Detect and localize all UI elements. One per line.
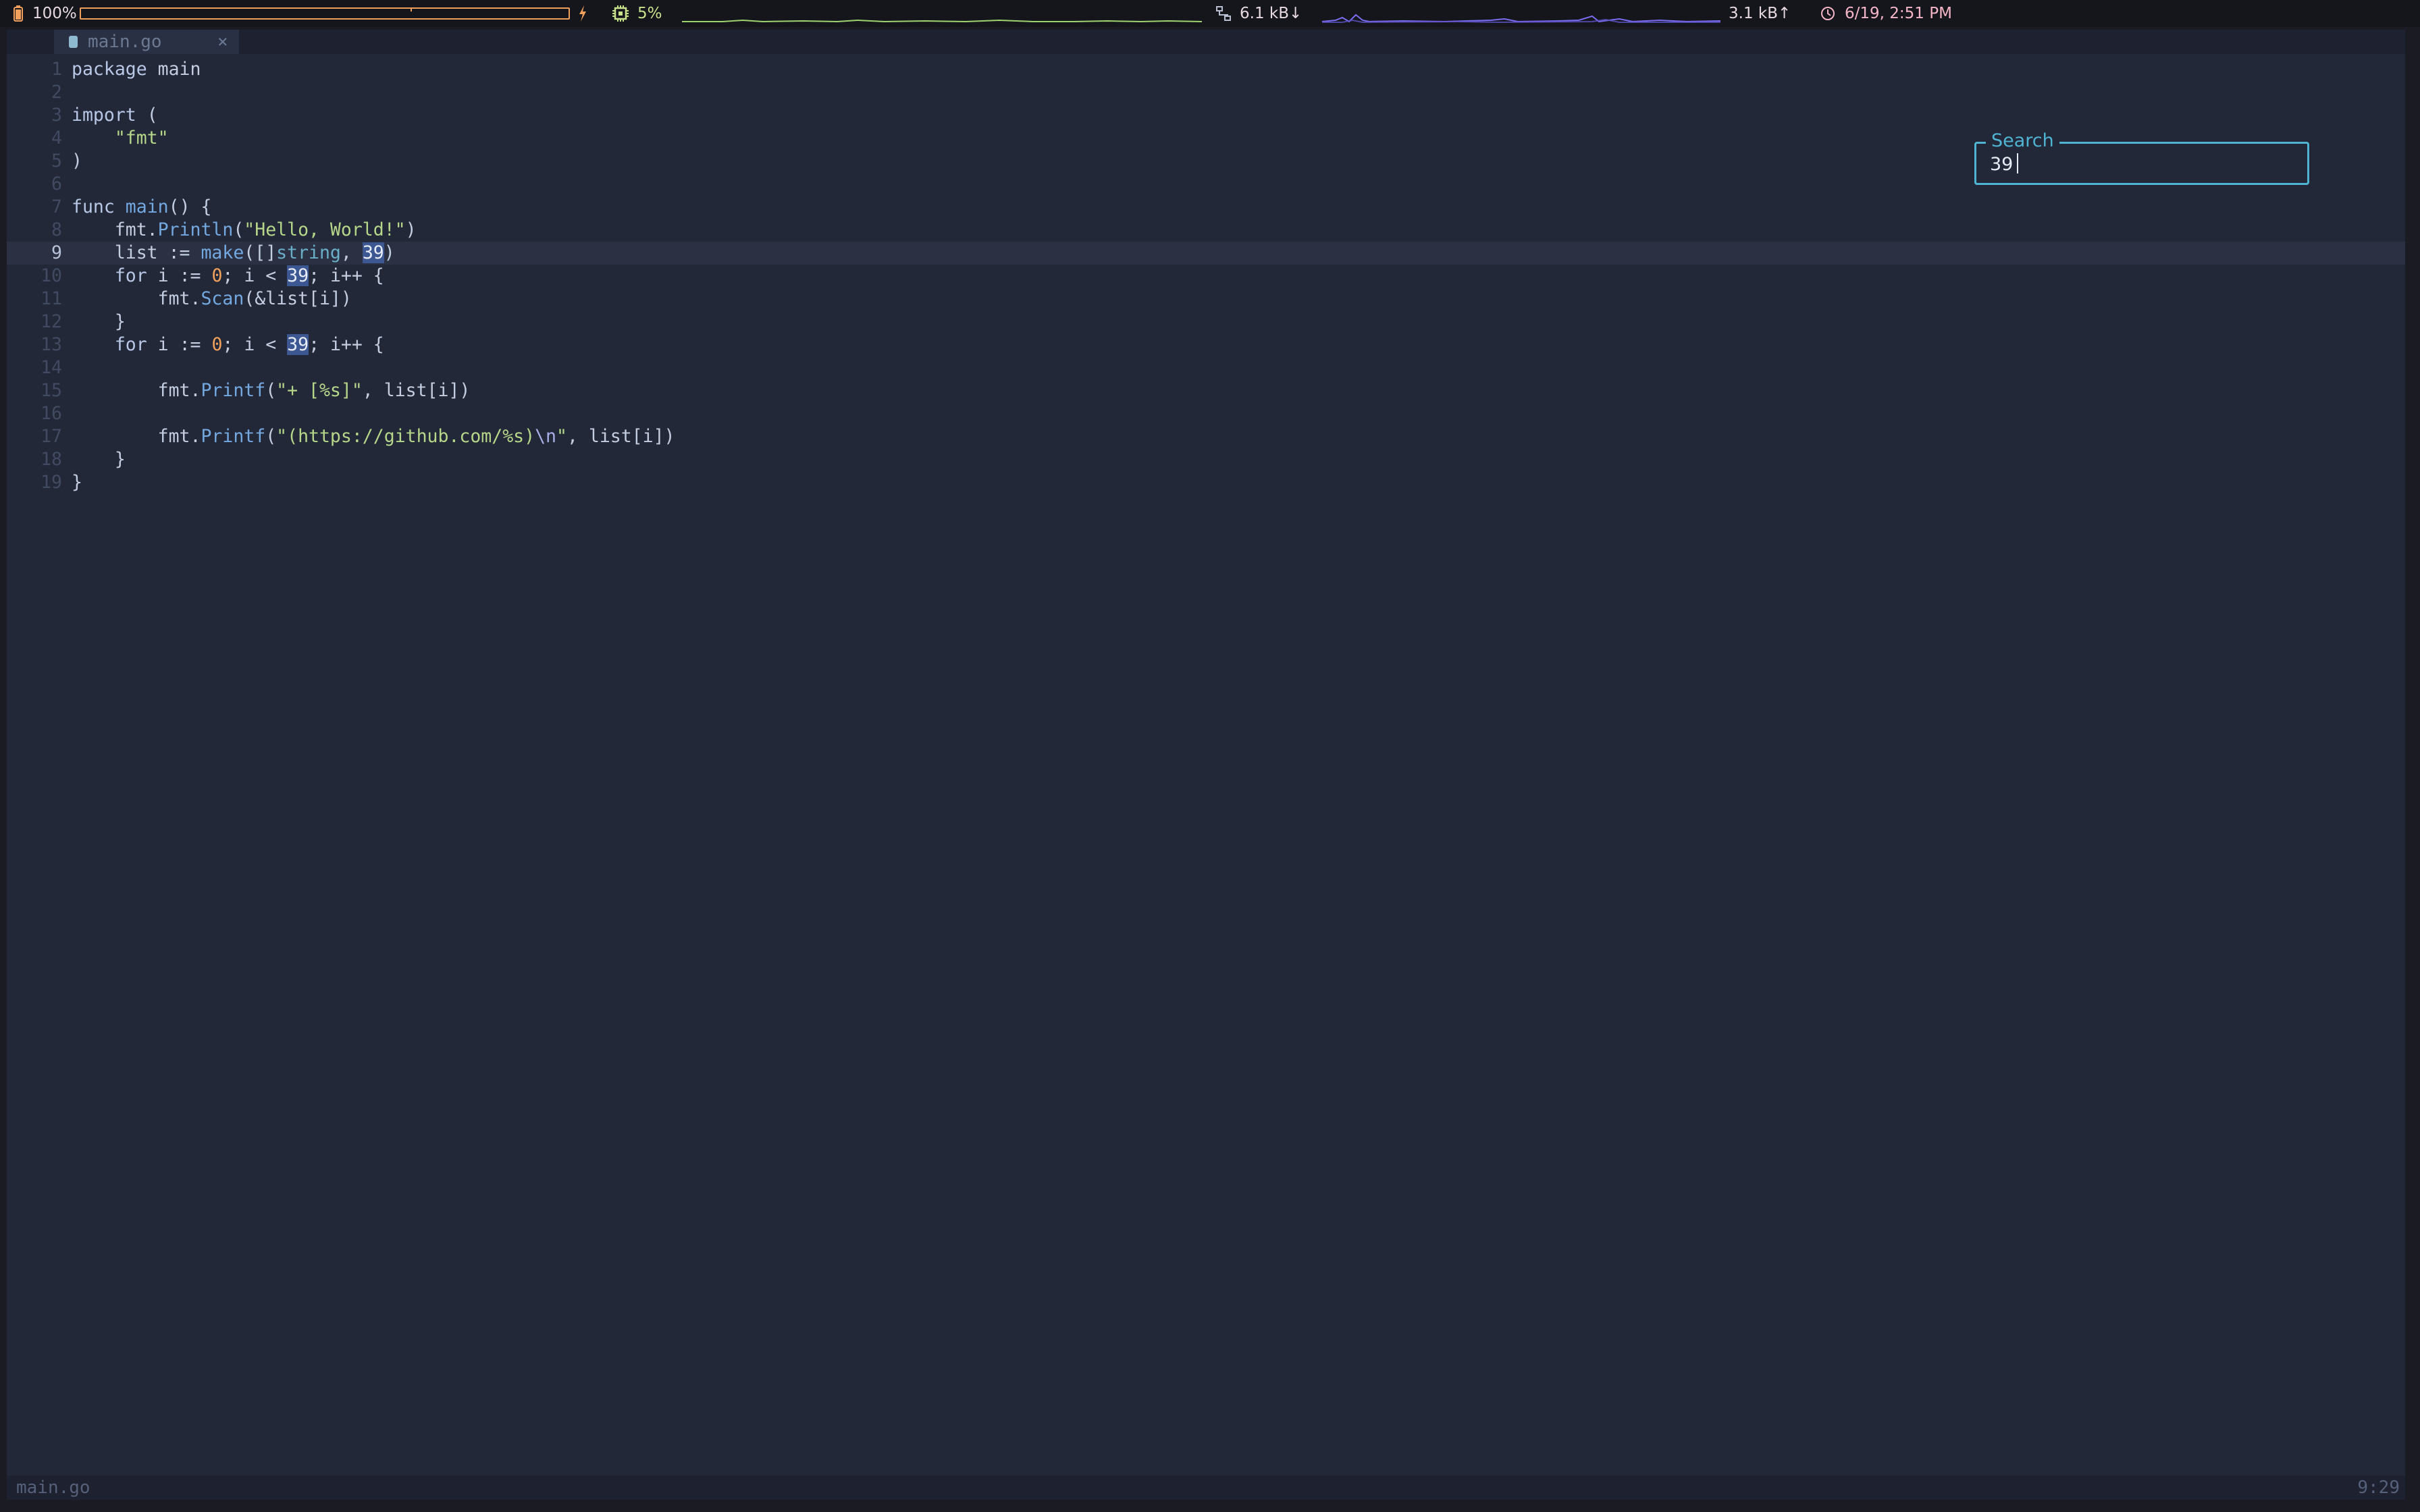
code-line[interactable]: 19} — [7, 471, 2405, 494]
code-line[interactable]: 3 import ( — [7, 104, 2405, 127]
search-match-highlight: 39 — [287, 334, 309, 355]
line-number: 5 — [51, 151, 62, 171]
clock-icon — [1821, 7, 1835, 20]
line-number: 4 — [51, 128, 62, 148]
text-cursor — [2017, 153, 2018, 173]
line-number: 16 — [41, 403, 62, 424]
line-text: "fmt" — [114, 128, 169, 148]
code-line[interactable]: 7 func main() { — [7, 196, 2405, 219]
system-status-bar: 100% 5% 6.1 kB↓ 3.1 kB↑ 6/19, 2:51 PM — [0, 0, 2420, 27]
search-popup: Search — [1974, 130, 2309, 185]
line-text: fmt.Printf("(https://github.com/%s)\n", … — [72, 426, 675, 447]
line-text: for i := 0; i < 39; i++ { — [114, 334, 384, 355]
line-number: 13 — [41, 334, 62, 355]
code-line[interactable]: 11 fmt.Scan(&list[i]) — [7, 288, 2405, 310]
search-match-highlight: 39 — [287, 265, 309, 286]
battery-icon — [14, 5, 23, 22]
line-text: } — [72, 472, 82, 493]
code-line[interactable]: 10 for i := 0; i < 39; i++ { — [7, 265, 2405, 288]
line-text: for i := 0; i < 39; i++ { — [114, 265, 384, 286]
network-icon — [1216, 6, 1231, 21]
line-number: 7 — [51, 196, 62, 217]
line-text: fmt.Printf("+ [%s]", list[i]) — [72, 380, 471, 401]
editor-status-line: main.go 9:29 — [7, 1476, 2405, 1500]
code-line[interactable]: 14 — [7, 356, 2405, 379]
line-number: 17 — [41, 426, 62, 447]
clock-datetime: 6/19, 2:51 PM — [1845, 5, 1952, 22]
code-line[interactable]: 13 for i := 0; i < 39; i++ { — [7, 333, 2405, 356]
line-number: 1 — [51, 59, 62, 80]
search-input[interactable] — [1990, 151, 2287, 178]
cursor-position: 9:29 — [2357, 1478, 2400, 1498]
search-match-highlight: 39 — [362, 242, 384, 263]
line-text: ) — [72, 151, 82, 171]
line-text: } — [72, 311, 126, 332]
battery-percent: 100% — [32, 5, 77, 22]
line-number: 19 — [41, 472, 62, 493]
file-icon — [69, 36, 78, 48]
line-text: fmt.Println("Hello, World!") — [72, 219, 417, 240]
code-line[interactable]: 9 list := make([]string, 39) — [7, 242, 2405, 265]
code-line[interactable]: 12 } — [7, 310, 2405, 333]
line-number: 6 — [51, 173, 62, 194]
status-filename: main.go — [16, 1478, 90, 1498]
code-line[interactable]: 15 fmt.Printf("+ [%s]", list[i]) — [7, 379, 2405, 402]
line-number: 18 — [41, 449, 62, 470]
line-number: 9 — [51, 242, 62, 263]
code-line[interactable]: 8 fmt.Println("Hello, World!") — [7, 219, 2405, 242]
editor-window: main.go × 1 package main 2 3 import ( 4 "fmt"… — [7, 30, 2405, 1500]
code-line[interactable]: 2 — [7, 81, 2405, 104]
tab-label: main.go — [88, 32, 162, 52]
cpu-chip-icon — [612, 5, 629, 22]
search-label: Search — [1986, 130, 2059, 152]
network-traffic-graph — [1322, 14, 1720, 23]
code-line[interactable]: 18 } — [7, 448, 2405, 471]
tab-bar: main.go × — [7, 30, 2405, 54]
screen: 100% 5% 6.1 kB↓ 3.1 kB↑ 6/19, 2:51 PM ma… — [0, 0, 2420, 1512]
line-number: 12 — [41, 311, 62, 332]
line-text: package main — [72, 59, 201, 80]
line-number: 11 — [41, 288, 62, 309]
line-number: 10 — [41, 265, 62, 286]
code-line[interactable]: 16 — [7, 402, 2405, 425]
code-area[interactable]: 1 package main 2 3 import ( 4 "fmt" 5) 6 7 func m… — [7, 58, 2405, 494]
network-upload: 3.1 kB↑ — [1729, 5, 1791, 22]
code-line[interactable]: 17 fmt.Printf("(https://github.com/%s)\n… — [7, 425, 2405, 448]
code-line[interactable]: 1 package main — [7, 58, 2405, 81]
line-text: list := make([]string, 39) — [72, 242, 395, 263]
line-text: } — [72, 449, 126, 470]
line-number: 3 — [51, 105, 62, 126]
line-text: fmt.Scan(&list[i]) — [72, 288, 352, 309]
line-number: 14 — [41, 357, 62, 378]
cpu-usage: 5% — [637, 5, 662, 22]
network-download: 6.1 kB↓ — [1240, 5, 1303, 22]
tab-close-button[interactable]: × — [217, 30, 228, 54]
tab-main-go[interactable]: main.go × — [54, 30, 239, 54]
line-text: func main() { — [72, 196, 212, 217]
cpu-usage-graph — [682, 19, 1202, 23]
line-text: import ( — [72, 105, 158, 126]
line-number: 15 — [41, 380, 62, 401]
battery-level-bar — [80, 7, 570, 20]
line-number: 2 — [51, 82, 62, 103]
line-number: 8 — [51, 219, 62, 240]
lightning-icon — [579, 5, 586, 22]
